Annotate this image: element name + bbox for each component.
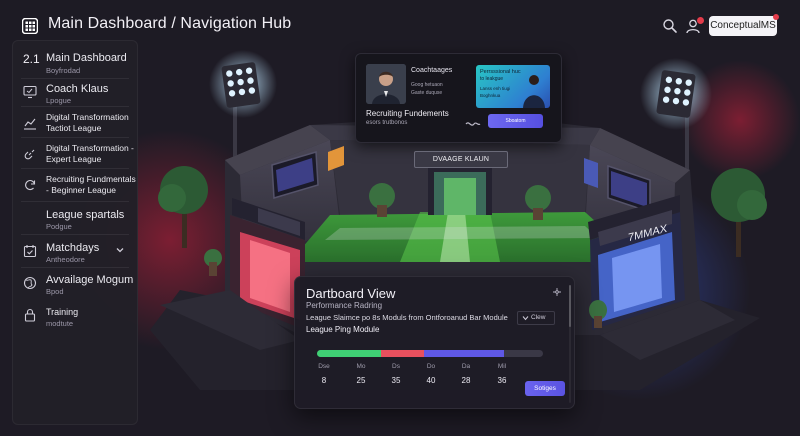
panel-subtitle: Performance Radring <box>306 301 383 310</box>
divider <box>21 267 129 268</box>
swirl-icon <box>465 122 481 126</box>
sidebar-item-label: Coach Klaus <box>46 83 109 95</box>
recruiting-title: Recruiting Fundements <box>366 109 449 118</box>
stat-column-value: 40 <box>426 376 436 385</box>
sidebar-item-number: 2.1 <box>23 52 40 66</box>
sidebar-item-recruiting-fundmentals[interactable]: Recruiting Fundmentals - Beginner League <box>13 173 137 201</box>
sidebar-item-label: Avvailage Mogum <box>46 274 134 286</box>
divider <box>21 106 129 107</box>
notification-dot <box>696 16 705 25</box>
promo-line2: Lanss enh tiugi <box>480 86 511 91</box>
sidebar-item-main-dashboard[interactable]: 2.1 Main Dashboard Boyfrodad <box>13 49 137 79</box>
scrollbar-thumb[interactable] <box>569 285 571 327</box>
promo-title: Perrsssional huc <box>480 69 521 75</box>
stat-column-label: Do <box>426 363 436 370</box>
stat-column-label: Da <box>461 363 471 370</box>
search-icon[interactable] <box>662 18 678 34</box>
sidebar-item-coach-klaus[interactable]: Coach Klaus Lpogue <box>13 82 137 108</box>
view-dropdown[interactable]: Clew <box>517 311 555 325</box>
sotiges-button[interactable]: Sotiges <box>525 381 565 396</box>
move-icon[interactable] <box>552 287 562 297</box>
panel-description: League Slaimce po 8s Moduls from Ontforo… <box>306 313 508 322</box>
refresh-icon <box>25 180 36 191</box>
divider <box>21 137 129 138</box>
league-progress-bar <box>317 350 543 357</box>
link-icon <box>24 149 35 160</box>
start-button[interactable]: Sboatom <box>488 114 543 128</box>
sidebar-item-sub: Lpogue <box>46 96 72 105</box>
sidebar-item-league-spartals[interactable]: League spartals Podgue <box>13 207 137 235</box>
chevron-down-icon <box>522 316 529 321</box>
divider <box>21 168 129 169</box>
chevron-down-icon[interactable] <box>115 245 125 255</box>
stat-column-value: 36 <box>497 376 507 385</box>
grid-icon[interactable] <box>22 18 38 34</box>
stat-column-value: 25 <box>356 376 366 385</box>
coach-line2: Gaste duquse <box>411 90 443 96</box>
stadium-sign: DVAAGE KLAUN <box>414 151 508 168</box>
sidebar-item-sub: Podgue <box>46 222 72 231</box>
sidebar-item-digital-transformation-tactiot[interactable]: Digital Transformation Tactiot League <box>13 111 137 137</box>
stat-column-label: Mo <box>356 363 366 370</box>
sidebar-item-label: Matchdays <box>46 242 100 254</box>
stat-column-label: Dse <box>318 363 330 370</box>
sidebar-item-label: Digital Transformation Tactiot League <box>46 112 129 133</box>
coach-video-card[interactable]: Coachtaages Goog hetuaon Gaste duquse Pe… <box>355 53 562 143</box>
page-title: Main Dashboard / Navigation Hub <box>48 15 292 32</box>
dropdown-value: Clew <box>531 314 546 321</box>
conceptual-button[interactable]: ConceptualMS <box>709 16 777 36</box>
button-badge-dot <box>773 14 779 20</box>
progress-segment <box>381 350 424 357</box>
stat-column-value: 8 <box>321 376 327 385</box>
stat-column-value: 28 <box>461 376 471 385</box>
sidebar-item-label: Main Dashboard <box>46 52 127 64</box>
promo-person-image <box>523 75 545 108</box>
panel-title: Dartboard View <box>306 286 396 301</box>
globe-icon <box>23 276 37 290</box>
stat-column-label: Mil <box>497 363 507 370</box>
panel-scrollbar[interactable] <box>569 285 571 403</box>
lock-icon <box>24 308 36 322</box>
coach-name: Coachtaages <box>411 67 453 74</box>
panel-module-label: League Ping Module <box>306 325 380 334</box>
sidebar-item-label: League spartals <box>46 209 125 221</box>
sidebar: 2.1 Main Dashboard Boyfrodad Coach Klaus… <box>12 40 138 425</box>
sidebar-item-avvailage-mogum[interactable]: Avvailage Mogum Bpod <box>13 273 137 299</box>
promo-thumbnail[interactable]: Perrsssional huc to leakgue Lanss enh ti… <box>476 65 550 108</box>
divider <box>21 201 129 202</box>
divider <box>21 78 129 79</box>
chart-icon <box>24 118 36 130</box>
sidebar-item-label: Recruiting Fundmentals - Beginner League <box>46 174 136 195</box>
sidebar-item-digital-transformation-expert[interactable]: Digital Transformation - Expert League <box>13 142 137 168</box>
promo-line1: to leakgue <box>480 76 504 82</box>
stat-column-label: Ds <box>392 363 400 370</box>
recruiting-sub: esors trutbonos <box>366 120 408 126</box>
sidebar-item-sub: Antheodore <box>46 255 85 264</box>
promo-line3: Boghnkua <box>480 93 501 98</box>
sidebar-item-label: Training <box>46 307 79 317</box>
divider <box>21 234 129 235</box>
coach-line1: Goog hetuaon <box>411 82 443 88</box>
sidebar-item-training[interactable]: Training modtute <box>13 305 137 331</box>
progress-segment <box>317 350 381 357</box>
calendar-check-icon <box>23 245 37 258</box>
sidebar-item-sub: Boyfrodad <box>46 66 81 75</box>
sidebar-item-sub: Bpod <box>46 287 64 296</box>
sidebar-item-matchdays[interactable]: Matchdays Antheodore <box>13 241 137 267</box>
stat-column-value: 35 <box>391 376 401 385</box>
sidebar-item-sub: modtute <box>46 319 74 328</box>
progress-segment <box>424 350 504 357</box>
dartboard-panel: Dartboard View Performance Radring Leagu… <box>294 276 575 409</box>
sidebar-item-label: Digital Transformation - Expert League <box>46 143 134 164</box>
monitor-icon <box>23 85 37 99</box>
coach-avatar <box>366 64 406 104</box>
